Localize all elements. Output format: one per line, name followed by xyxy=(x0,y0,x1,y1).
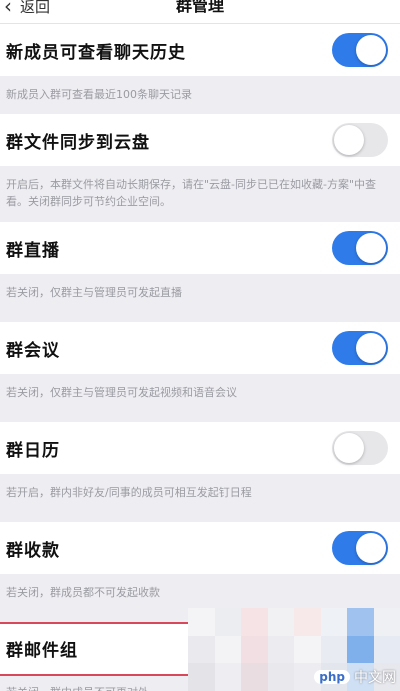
setting-row-file-sync: 群文件同步到云盘 xyxy=(0,114,400,166)
setting-row-payment: 群收款 xyxy=(0,522,400,574)
setting-row-new-member-history: 新成员可查看聊天历史 xyxy=(0,24,400,76)
setting-row-live: 群直播 xyxy=(0,222,400,274)
setting-description: 若关闭，仅群主与管理员可发起视频和语音会议 xyxy=(0,374,400,422)
setting-description: 新成员入群可查看最近100条聊天记录 xyxy=(0,76,400,114)
highlight-line-top xyxy=(0,622,190,624)
setting-label: 群日历 xyxy=(6,440,60,461)
toggle-knob xyxy=(356,533,386,563)
toggle-payment[interactable] xyxy=(332,531,388,565)
watermark-logo: php xyxy=(314,670,350,684)
setting-row-meeting: 群会议 xyxy=(0,322,400,374)
page-title: 群管理 xyxy=(175,0,224,15)
setting-row-calendar: 群日历 xyxy=(0,422,400,474)
toggle-file-sync[interactable] xyxy=(332,123,388,157)
toggle-meeting[interactable] xyxy=(332,331,388,365)
toggle-knob xyxy=(356,333,386,363)
setting-label: 群直播 xyxy=(6,240,60,261)
watermark-site: 中文网 xyxy=(354,670,396,686)
setting-label: 群邮件组 xyxy=(6,640,78,661)
toggle-knob xyxy=(334,433,364,463)
toggle-knob xyxy=(356,233,386,263)
setting-description: 若关闭，仅群主与管理员可发起直播 xyxy=(0,274,400,322)
setting-label: 群文件同步到云盘 xyxy=(6,132,150,153)
nav-bar: ‹ 返回 群管理 xyxy=(0,0,400,24)
toggle-knob xyxy=(356,35,386,65)
setting-label: 群会议 xyxy=(6,340,60,361)
toggle-calendar[interactable] xyxy=(332,431,388,465)
setting-label: 新成员可查看聊天历史 xyxy=(6,42,186,63)
highlight-line-bottom xyxy=(0,674,190,676)
setting-description: 若开启，群内非好友/同事的成员可相互发起钉日程 xyxy=(0,474,400,522)
setting-description: 开启后，本群文件将自动长期保存，请在"云盘-同步已已在如收藏-方案"中查看。关闭… xyxy=(0,166,400,222)
toggle-live[interactable] xyxy=(332,231,388,265)
watermark: php 中文网 xyxy=(314,667,396,687)
setting-label: 群收款 xyxy=(6,540,60,561)
toggle-new-member-history[interactable] xyxy=(332,33,388,67)
toggle-knob xyxy=(334,125,364,155)
